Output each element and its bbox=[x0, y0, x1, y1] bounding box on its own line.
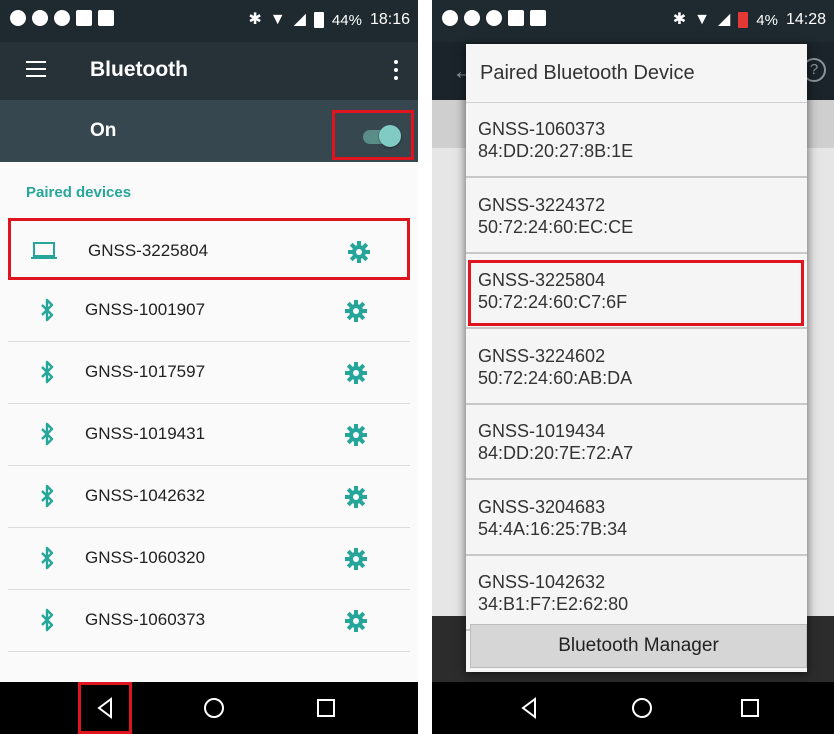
device-name: GNSS-3224602 bbox=[478, 345, 606, 366]
notification-icon bbox=[442, 10, 458, 26]
recents-icon[interactable] bbox=[314, 696, 338, 720]
bluetooth-picker-screen: ✱ ▼ ◢ 4% 14:28 ← ? Paired Bluetooth Devi… bbox=[432, 0, 834, 734]
laptop-icon bbox=[31, 242, 57, 259]
gear-icon[interactable] bbox=[344, 423, 368, 447]
paired-device-item[interactable]: GNSS-3224602 50:72:24:60:AB:DA bbox=[466, 330, 807, 405]
notification-icon bbox=[32, 10, 48, 26]
device-name: GNSS-1019431 bbox=[85, 424, 206, 443]
gear-icon[interactable] bbox=[344, 299, 368, 323]
gear-icon[interactable] bbox=[344, 361, 368, 385]
recents-icon[interactable] bbox=[738, 696, 762, 720]
toggle-label: On bbox=[90, 120, 117, 141]
device-name: GNSS-1019434 bbox=[478, 421, 606, 441]
device-mac: 84:DD:20:27:8B:1E bbox=[478, 141, 634, 161]
bluetooth-icon bbox=[41, 608, 54, 632]
selection-highlight bbox=[468, 260, 804, 326]
device-mac: 50:72:24:60:AB:DA bbox=[478, 367, 633, 388]
bluetooth-manager-button[interactable]: Bluetooth Manager bbox=[470, 624, 807, 668]
notification-icons bbox=[10, 10, 114, 26]
device-name: GNSS-1060373 bbox=[478, 119, 606, 139]
gear-icon[interactable] bbox=[344, 609, 368, 633]
home-icon[interactable] bbox=[630, 696, 654, 720]
battery-percent: 4% bbox=[756, 11, 778, 29]
paired-device-row[interactable]: GNSS-3225804 bbox=[8, 218, 410, 280]
paired-device-row[interactable]: GNSS-1042632 bbox=[8, 466, 410, 528]
notification-icons bbox=[442, 10, 546, 26]
status-bar: ✱ ▼ ◢ 44% 18:16 bbox=[0, 0, 418, 42]
paired-device-item[interactable]: GNSS-3204683 54:4A:16:25:7B:34 bbox=[466, 481, 807, 556]
status-right: ✱ ▼ ◢ 4% 14:28 bbox=[673, 11, 826, 29]
battery-percent: 44% bbox=[331, 11, 362, 29]
bluetooth-status-icon: ✱ bbox=[248, 11, 262, 28]
device-name: GNSS-1042632 bbox=[85, 486, 206, 505]
home-icon[interactable] bbox=[202, 696, 226, 720]
clock: 18:16 bbox=[369, 11, 410, 28]
app-toolbar: Bluetooth bbox=[0, 42, 418, 100]
alert-icon bbox=[508, 10, 524, 26]
bluetooth-icon bbox=[41, 484, 54, 508]
status-bar: ✱ ▼ ◢ 4% 14:28 bbox=[432, 0, 834, 42]
paired-device-item[interactable]: GNSS-1060373 84:DD:20:27:8B:1E bbox=[466, 103, 807, 178]
bluetooth-status-icon: ✱ bbox=[672, 11, 687, 28]
device-name: GNSS-1060373 bbox=[85, 610, 206, 629]
gear-icon[interactable] bbox=[344, 547, 368, 571]
switch-knob bbox=[379, 125, 401, 147]
paired-device-row[interactable]: GNSS-1017597 bbox=[8, 342, 410, 404]
back-icon[interactable] bbox=[518, 696, 542, 720]
device-name: GNSS-1017597 bbox=[85, 362, 206, 381]
device-name: GNSS-1001907 bbox=[85, 300, 206, 319]
section-header: Paired devices bbox=[26, 184, 132, 201]
device-name: GNSS-3204683 bbox=[478, 496, 606, 517]
device-mac: 84:DD:20:7E:72:A7 bbox=[478, 443, 634, 463]
device-name: GNSS-1060320 bbox=[85, 548, 206, 567]
paired-device-row[interactable]: GNSS-1001907 bbox=[8, 280, 410, 342]
n-icon bbox=[98, 10, 114, 26]
signal-icon: ◢ bbox=[293, 11, 306, 28]
bluetooth-settings-screen: ✱ ▼ ◢ 44% 18:16 Bluetooth On Paired devi… bbox=[0, 0, 418, 734]
signal-icon: ◢ bbox=[717, 11, 731, 28]
device-mac: 34:B1:F7:E2:62:80 bbox=[478, 594, 629, 614]
paired-device-dialog: Paired Bluetooth Device GNSS-1060373 84:D… bbox=[466, 44, 807, 672]
menu-icon[interactable] bbox=[26, 61, 46, 77]
dialog-title: Paired Bluetooth Device bbox=[480, 62, 695, 84]
device-name: GNSS-3225804 bbox=[88, 241, 209, 260]
clock: 14:28 bbox=[785, 11, 826, 28]
paired-device-row[interactable]: GNSS-1060373 bbox=[8, 590, 410, 652]
page-title: Bluetooth bbox=[90, 58, 188, 81]
status-right: ✱ ▼ ◢ 44% 18:16 bbox=[248, 11, 410, 29]
wifi-icon: ▼ bbox=[694, 11, 710, 28]
bluetooth-switch[interactable] bbox=[332, 110, 414, 160]
battery-icon bbox=[313, 12, 324, 28]
wifi-icon: ▼ bbox=[269, 11, 286, 28]
device-mac: 54:4A:16:25:7B:34 bbox=[478, 518, 628, 539]
device-mac: 50:72:24:60:EC:CE bbox=[478, 216, 634, 237]
bluetooth-icon bbox=[41, 546, 54, 570]
back-icon[interactable] bbox=[94, 696, 118, 720]
paired-device-row[interactable]: GNSS-1060320 bbox=[8, 528, 410, 590]
notification-icon bbox=[464, 10, 480, 26]
navigation-bar bbox=[432, 682, 834, 734]
battery-icon bbox=[738, 12, 749, 28]
image-icon bbox=[530, 10, 546, 26]
bluetooth-icon bbox=[41, 298, 54, 322]
device-name: GNSS-3224372 bbox=[478, 194, 606, 215]
paired-device-item[interactable]: GNSS-1042632 34:B1:F7:E2:62:80 bbox=[466, 556, 807, 631]
image-icon bbox=[76, 10, 92, 26]
notification-icon bbox=[486, 10, 502, 26]
device-name: GNSS-1042632 bbox=[478, 572, 606, 592]
paired-device-row[interactable]: GNSS-1019431 bbox=[8, 404, 410, 466]
bluetooth-icon bbox=[41, 422, 54, 446]
more-options-icon[interactable] bbox=[394, 60, 398, 80]
paired-device-item[interactable]: GNSS-1019434 84:DD:20:7E:72:A7 bbox=[466, 405, 807, 480]
notification-icon bbox=[54, 10, 70, 26]
paired-device-item[interactable]: GNSS-3224372 50:72:24:60:EC:CE bbox=[466, 179, 807, 254]
notification-icon bbox=[10, 10, 26, 26]
gear-icon[interactable] bbox=[347, 240, 371, 264]
navigation-bar bbox=[0, 682, 418, 734]
bluetooth-icon bbox=[41, 360, 54, 384]
gear-icon[interactable] bbox=[344, 485, 368, 509]
